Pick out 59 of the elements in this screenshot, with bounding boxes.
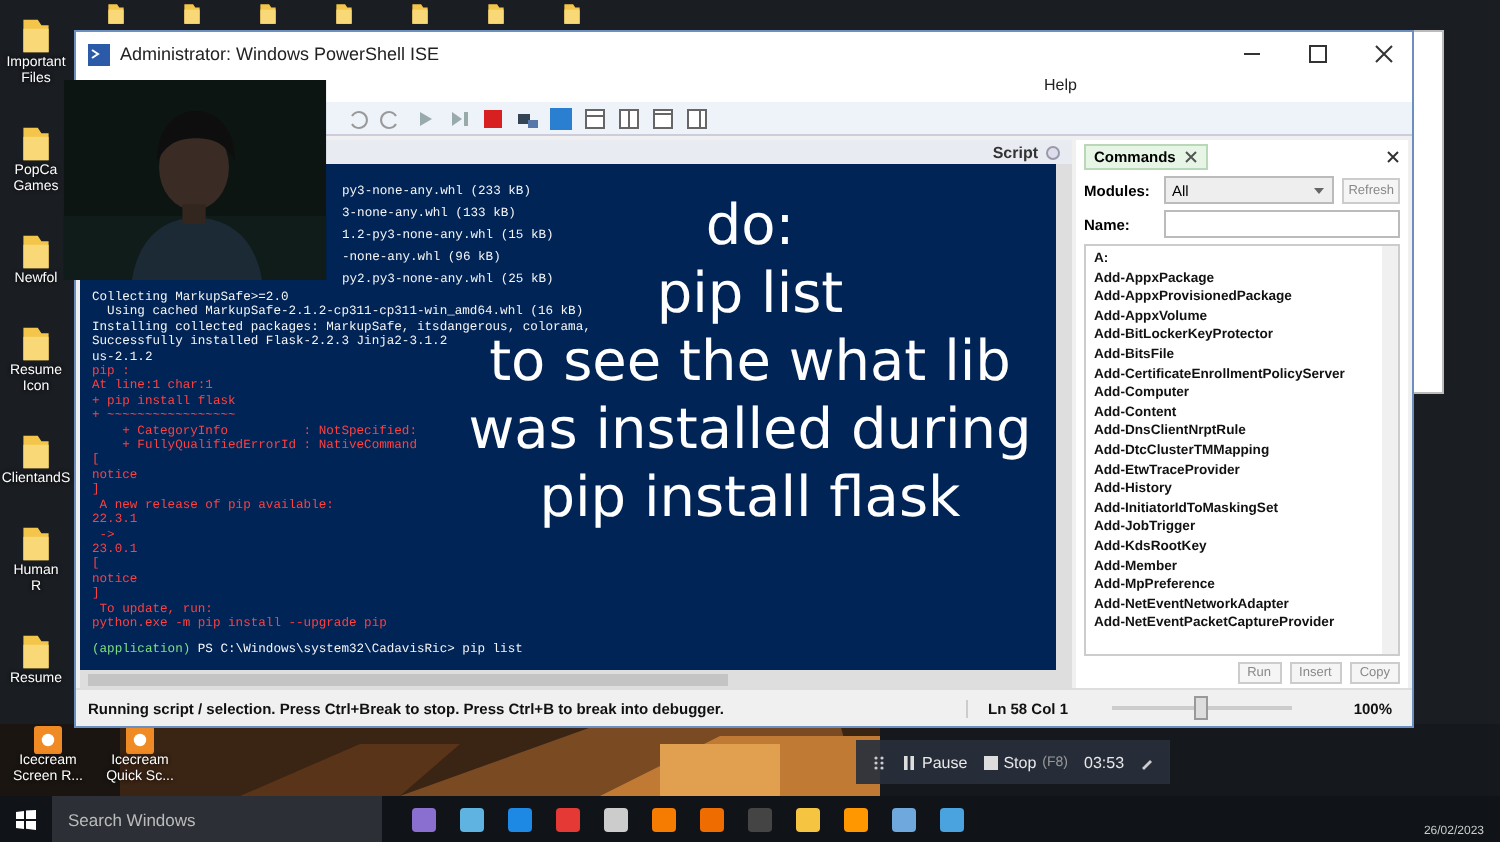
stop-icon (983, 755, 998, 769)
stop-icon[interactable] (482, 107, 504, 129)
folder-icon[interactable] (17, 16, 54, 56)
pen-icon[interactable] (1140, 755, 1155, 769)
console-pane[interactable] (80, 164, 1072, 670)
windows-logo-icon (16, 809, 36, 829)
pane-title: Script (992, 143, 1038, 161)
folder-icon[interactable] (484, 2, 508, 26)
window-title: Administrator: Windows PowerShell ISE (120, 44, 442, 64)
caption-line: do: (705, 192, 795, 260)
scrollbar[interactable] (1056, 164, 1072, 670)
folder-icon[interactable] (18, 232, 54, 272)
layout-icon[interactable] (652, 107, 674, 129)
app-icon (88, 43, 110, 65)
app-icon[interactable] (34, 726, 62, 754)
folder-icon[interactable] (332, 2, 356, 26)
taskbar-app-icon[interactable] (698, 805, 726, 833)
taskbar-app-icon[interactable] (458, 805, 486, 833)
taskbar-app-icon[interactable] (938, 805, 966, 833)
folder-icon[interactable] (560, 2, 584, 26)
close-icon[interactable] (1386, 150, 1400, 164)
scrollbar-thumb[interactable] (88, 673, 728, 685)
folder-icon[interactable] (104, 2, 128, 26)
redo-icon[interactable] (380, 107, 402, 129)
caption-line: was installed during (468, 396, 1032, 464)
folder-icon[interactable] (408, 2, 432, 26)
caption-line: pip install flask (539, 464, 961, 532)
scrollbar[interactable] (1382, 246, 1398, 654)
folder-icon[interactable] (18, 124, 54, 164)
name-field[interactable] (1164, 210, 1400, 238)
folder-icon[interactable] (17, 324, 54, 364)
folder-icon[interactable] (17, 632, 54, 672)
taskbar-app-icon[interactable] (602, 805, 630, 833)
menu-item[interactable]: Help (1036, 76, 1085, 102)
pause-icon (902, 755, 916, 769)
layout-icon[interactable] (618, 107, 640, 129)
folder-icon[interactable] (18, 432, 54, 472)
taskbar-app-icon[interactable] (794, 805, 822, 833)
close-icon[interactable] (1183, 150, 1198, 164)
commands-icon[interactable] (686, 107, 708, 129)
caption-line: pip list (656, 260, 844, 328)
grip-icon[interactable] (872, 755, 886, 769)
taskbar-app-icon[interactable] (650, 805, 678, 833)
taskbar-app-icon[interactable] (842, 805, 870, 833)
layout-icon[interactable] (584, 107, 606, 129)
app-icon[interactable] (126, 726, 154, 754)
search-field[interactable]: Search Windows (52, 796, 382, 842)
folder-icon[interactable] (256, 2, 280, 26)
taskbar-app-icon[interactable] (506, 805, 534, 833)
folder-icon[interactable] (17, 524, 54, 564)
maximize-icon[interactable] (1308, 44, 1328, 64)
caret-icon[interactable] (1312, 183, 1327, 197)
close-icon[interactable] (1374, 44, 1394, 64)
undo-icon[interactable] (346, 107, 368, 129)
recording-time: 03:53 (1084, 753, 1125, 771)
folder-icon[interactable] (180, 2, 204, 26)
taskbar-app-icon[interactable] (410, 805, 438, 833)
taskbar-app-icon[interactable] (890, 805, 918, 833)
pause-button[interactable]: Pause (902, 753, 968, 771)
